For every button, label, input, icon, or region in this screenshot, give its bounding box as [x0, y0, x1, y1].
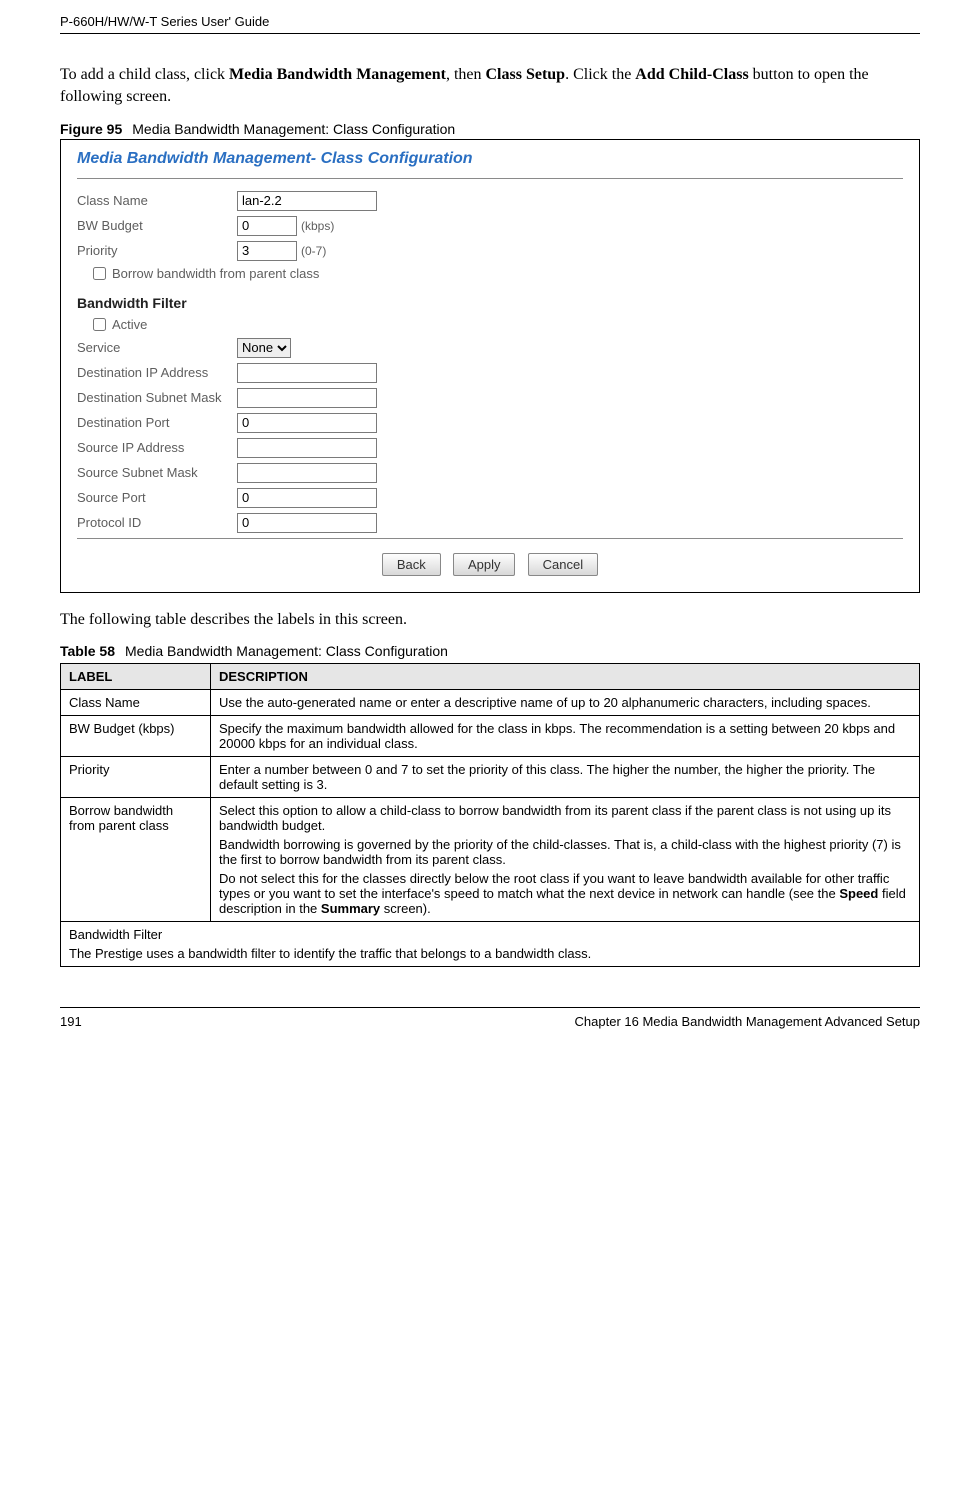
- footer: 191 Chapter 16 Media Bandwidth Managemen…: [60, 1007, 920, 1029]
- screenshot-container: Media Bandwidth Management- Class Config…: [60, 139, 920, 593]
- intro-bold-3: Add Child-Class: [635, 66, 748, 83]
- row-description: Use the auto-generated name or enter a d…: [211, 690, 920, 716]
- intro-text: To add a child class, click: [60, 66, 229, 83]
- bw-budget-input[interactable]: [237, 216, 297, 236]
- cancel-button[interactable]: Cancel: [528, 553, 598, 576]
- dest-mask-label: Destination Subnet Mask: [77, 390, 237, 405]
- src-mask-label: Source Subnet Mask: [77, 465, 237, 480]
- page-number: 191: [60, 1014, 82, 1029]
- class-name-input[interactable]: [237, 191, 377, 211]
- desc-para: Do not select this for the classes direc…: [219, 871, 911, 916]
- dest-port-input[interactable]: [237, 413, 377, 433]
- bandwidth-filter-label: Bandwidth Filter: [69, 927, 911, 942]
- table-row: Borrow bandwidth from parent class Selec…: [61, 798, 920, 922]
- range-suffix: (0-7): [301, 244, 326, 258]
- src-ip-input[interactable]: [237, 438, 377, 458]
- row-label: BW Budget (kbps): [61, 716, 211, 757]
- protocol-id-input[interactable]: [237, 513, 377, 533]
- table-row: Class Name Use the auto-generated name o…: [61, 690, 920, 716]
- after-figure-paragraph: The following table describes the labels…: [60, 609, 920, 631]
- table-header-description: DESCRIPTION: [211, 664, 920, 690]
- row-label: Borrow bandwidth from parent class: [61, 798, 211, 922]
- bw-budget-label: BW Budget: [77, 218, 237, 233]
- screenshot-title: Media Bandwidth Management- Class Config…: [77, 146, 903, 176]
- priority-label: Priority: [77, 243, 237, 258]
- chapter-title: Chapter 16 Media Bandwidth Management Ad…: [575, 1014, 920, 1029]
- intro-text: , then: [446, 66, 486, 83]
- intro-bold-1: Media Bandwidth Management: [229, 66, 446, 83]
- class-name-label: Class Name: [77, 193, 237, 208]
- service-label: Service: [77, 340, 237, 355]
- borrow-label: Borrow bandwidth from parent class: [112, 266, 319, 281]
- row-description: Specify the maximum bandwidth allowed fo…: [211, 716, 920, 757]
- description-table: LABEL DESCRIPTION Class Name Use the aut…: [60, 663, 920, 967]
- table-caption: Table 58 Media Bandwidth Management: Clas…: [60, 643, 920, 659]
- divider: [77, 538, 903, 539]
- row-full: Bandwidth Filter The Prestige uses a ban…: [61, 922, 920, 967]
- intro-bold-2: Class Setup: [486, 66, 566, 83]
- src-mask-input[interactable]: [237, 463, 377, 483]
- service-select[interactable]: None: [237, 338, 291, 358]
- borrow-checkbox[interactable]: [93, 267, 106, 280]
- row-description: Select this option to allow a child-clas…: [211, 798, 920, 922]
- intro-text: . Click the: [565, 66, 635, 83]
- desc-text: Do not select this for the classes direc…: [219, 871, 889, 901]
- src-port-label: Source Port: [77, 490, 237, 505]
- table-title: Media Bandwidth Management: Class Config…: [125, 643, 448, 659]
- active-label: Active: [112, 317, 147, 332]
- table-row: BW Budget (kbps) Specify the maximum ban…: [61, 716, 920, 757]
- src-ip-label: Source IP Address: [77, 440, 237, 455]
- kbps-suffix: (kbps): [301, 219, 334, 233]
- table-header-label: LABEL: [61, 664, 211, 690]
- back-button[interactable]: Back: [382, 553, 441, 576]
- desc-para: Select this option to allow a child-clas…: [219, 803, 911, 833]
- intro-paragraph: To add a child class, click Media Bandwi…: [60, 64, 920, 109]
- apply-button[interactable]: Apply: [453, 553, 516, 576]
- divider: [77, 178, 903, 179]
- dest-ip-input[interactable]: [237, 363, 377, 383]
- bandwidth-filter-desc: The Prestige uses a bandwidth filter to …: [69, 946, 911, 961]
- bandwidth-filter-heading: Bandwidth Filter: [77, 295, 903, 311]
- desc-text: screen).: [380, 901, 431, 916]
- table-row: Bandwidth Filter The Prestige uses a ban…: [61, 922, 920, 967]
- table-number: Table 58: [60, 643, 115, 659]
- figure-title: Media Bandwidth Management: Class Config…: [132, 121, 455, 137]
- row-description: Enter a number between 0 and 7 to set th…: [211, 757, 920, 798]
- src-port-input[interactable]: [237, 488, 377, 508]
- header-title: P-660H/HW/W-T Series User' Guide: [60, 8, 920, 34]
- protocol-id-label: Protocol ID: [77, 515, 237, 530]
- active-checkbox[interactable]: [93, 318, 106, 331]
- figure-number: Figure 95: [60, 121, 122, 137]
- desc-bold: Speed: [839, 886, 878, 901]
- figure-caption: Figure 95 Media Bandwidth Management: Cla…: [60, 121, 920, 137]
- row-label: Class Name: [61, 690, 211, 716]
- dest-mask-input[interactable]: [237, 388, 377, 408]
- dest-port-label: Destination Port: [77, 415, 237, 430]
- dest-ip-label: Destination IP Address: [77, 365, 237, 380]
- desc-para: Bandwidth borrowing is governed by the p…: [219, 837, 911, 867]
- desc-bold: Summary: [321, 901, 380, 916]
- priority-input[interactable]: [237, 241, 297, 261]
- row-label: Priority: [61, 757, 211, 798]
- table-row: Priority Enter a number between 0 and 7 …: [61, 757, 920, 798]
